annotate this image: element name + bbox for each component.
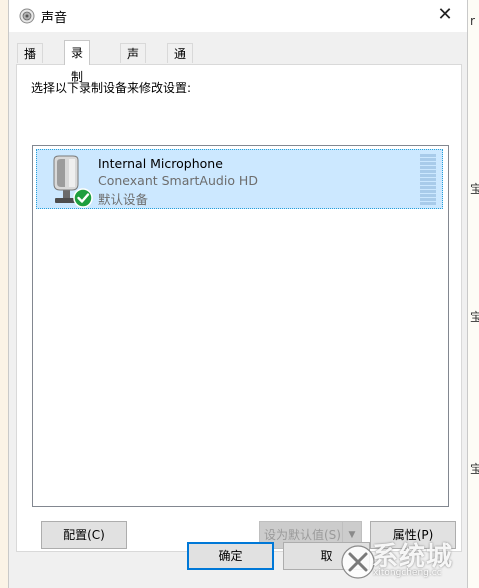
instruction-text: 选择以下录制设备来修改设置: — [31, 81, 192, 95]
tab-playback[interactable]: 播放 — [17, 43, 44, 81]
speaker-icon — [19, 8, 35, 24]
background-window-left — [0, 0, 8, 588]
recording-device-list[interactable]: Internal Microphone Conexant SmartAudio … — [32, 145, 449, 507]
title-bar[interactable]: 声音 ✕ — [9, 0, 467, 32]
tab-sounds[interactable]: 声音 — [120, 43, 147, 81]
dialog-client-area: 播放 录制 声音 通信 选择以下录制设备来修改设置: — [9, 32, 467, 588]
ok-button[interactable]: 确定 — [187, 542, 274, 570]
configure-button[interactable]: 配置(C) — [41, 521, 127, 549]
watermark-url: xitongcheng.cc — [373, 568, 442, 578]
device-status: 默认设备 — [98, 192, 149, 207]
default-device-check-icon — [73, 188, 93, 208]
level-meter — [420, 154, 436, 206]
device-driver: Conexant SmartAudio HD — [98, 173, 258, 188]
recording-panel: 选择以下录制设备来修改设置: Internal Microphone Conex… — [16, 64, 462, 552]
close-button[interactable]: ✕ — [423, 0, 467, 32]
background-text: 宝 — [470, 310, 479, 324]
sound-dialog: 声音 ✕ 播放 录制 声音 通信 选择以下录制设备来修改设置: — [8, 0, 468, 588]
device-item-internal-microphone[interactable]: Internal Microphone Conexant SmartAudio … — [36, 149, 443, 209]
background-window-right — [468, 0, 479, 588]
background-text: 宝 — [470, 462, 479, 476]
tab-communications[interactable]: 通信 — [167, 43, 194, 81]
microphone-icon — [53, 155, 93, 208]
close-icon: ✕ — [437, 4, 453, 25]
background-text: r — [470, 14, 475, 28]
device-name: Internal Microphone — [98, 156, 223, 171]
tab-recording[interactable]: 录制 — [64, 40, 91, 84]
window-title: 声音 — [41, 11, 68, 26]
background-text: 宝 — [470, 182, 479, 196]
set-default-label: 设为默认值(S) — [264, 528, 341, 542]
